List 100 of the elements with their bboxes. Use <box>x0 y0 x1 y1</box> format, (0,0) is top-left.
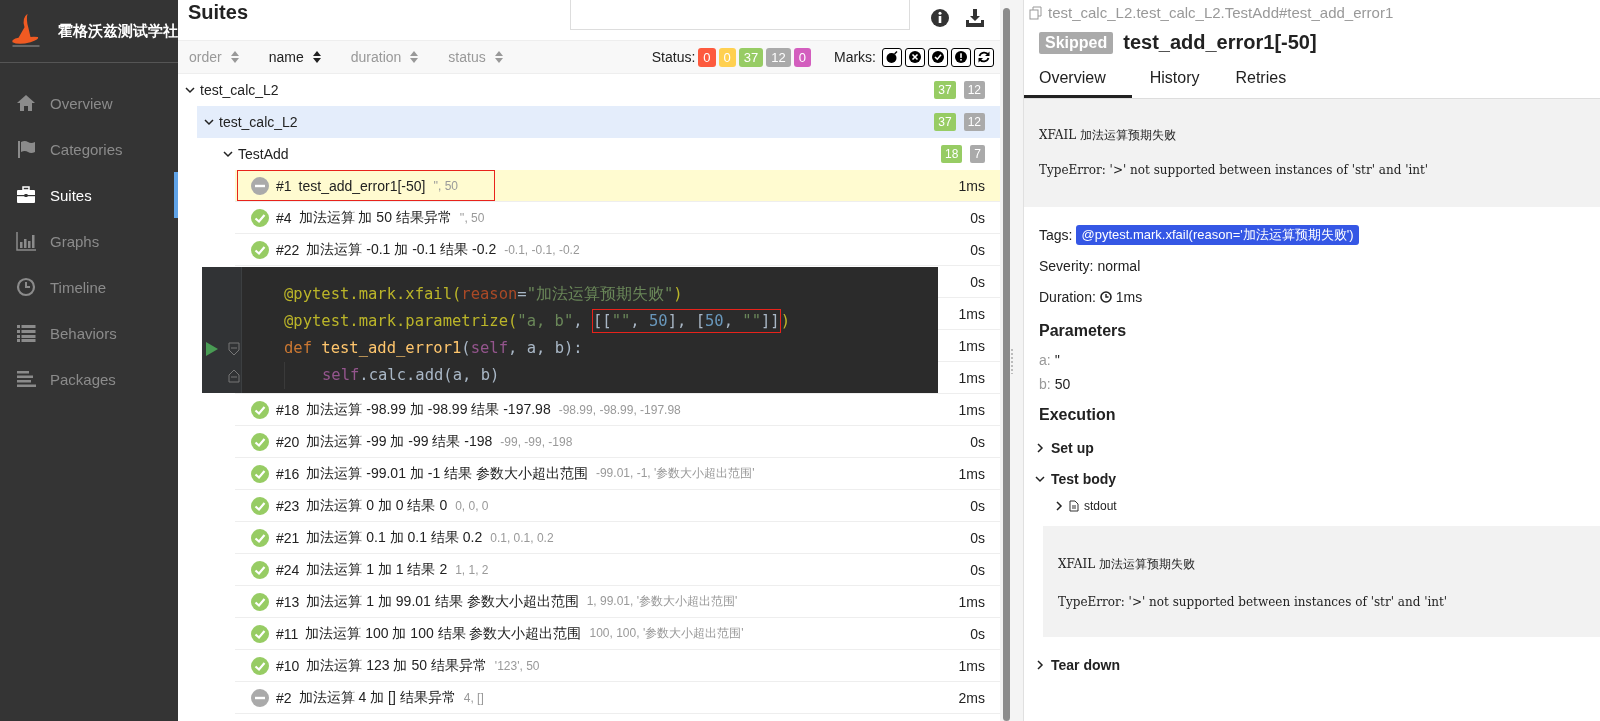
count-badge: 37 <box>934 81 956 99</box>
exclamation-circle-icon <box>954 50 968 64</box>
test-number: #13 <box>276 593 300 610</box>
status-label: Status: <box>651 49 696 65</box>
test-params: 1, 1, 2 <box>455 562 489 577</box>
check-circle-icon <box>251 656 269 675</box>
check-circle-icon <box>251 464 269 483</box>
sidebar-item[interactable]: Suites <box>0 172 178 218</box>
sidebar-item[interactable]: Packages <box>0 356 178 402</box>
test-path: test_calc_L2.test_calc_L2.TestAdd#test_add_error1 <box>1048 4 1394 21</box>
tab[interactable]: History <box>1131 60 1218 98</box>
test-duration: 1ms <box>958 465 985 482</box>
test-duration: 1ms <box>958 657 985 674</box>
chevron-icon <box>1054 501 1064 511</box>
attachment-row[interactable]: stdout <box>1054 494 1585 518</box>
mark-filter-button[interactable] <box>951 47 971 67</box>
brand-title: 霍格沃兹测试学社 <box>58 21 178 41</box>
fold-icon[interactable] <box>228 368 240 383</box>
sort-icon <box>410 51 419 63</box>
fold-icon[interactable] <box>228 341 240 356</box>
check-circle-icon <box>251 400 269 419</box>
info-icon[interactable] <box>930 8 950 28</box>
test-row[interactable]: #4 加法运算 加 50 结果异常 '', 50 0s <box>235 202 1000 234</box>
test-row[interactable]: #11 加法运算 100 加 100 结果 参数大小超出范围 100, 100, '参数大小超出范围' 0s <box>235 618 1000 650</box>
clock-icon <box>16 277 37 297</box>
test-duration: 0s <box>970 273 985 290</box>
test-row[interactable]: #21 加法运算 0.1 加 0.1 结果 0.2 0.1, 0.1, 0.2 0s <box>235 522 1000 554</box>
step-row[interactable]: Tear down <box>1035 649 1585 680</box>
count-badge: 12 <box>963 113 985 131</box>
check-circle-icon <box>251 240 269 259</box>
sidebar-item[interactable]: Timeline <box>0 264 178 310</box>
mark-filter-button[interactable] <box>905 47 925 67</box>
test-duration: 0s <box>970 625 985 642</box>
minus-circle-icon <box>251 176 269 195</box>
chevron-icon <box>1035 473 1045 484</box>
test-duration: 1ms <box>958 177 985 194</box>
suite-row[interactable]: test_calc_L2 37 12 <box>178 74 1000 106</box>
test-row[interactable]: #23 加法运算 0 加 0 结果 0 0, 0, 0 0s <box>235 490 1000 522</box>
mark-filter-button[interactable] <box>974 47 994 67</box>
splitter-handle[interactable] <box>1009 347 1013 374</box>
test-duration: 2ms <box>958 689 985 706</box>
test-duration: 1ms <box>958 337 985 354</box>
test-row[interactable]: #20 加法运算 -99 加 -99 结果 -198 -99, -99, -198 0s <box>235 426 1000 458</box>
test-row[interactable]: #24 加法运算 1 加 1 结果 2 1, 1, 2 0s <box>235 554 1000 586</box>
search-field[interactable] <box>570 0 910 30</box>
flag-icon <box>16 139 37 159</box>
run-icon[interactable] <box>206 341 218 356</box>
test-name: 加法运算 加 50 结果异常 <box>298 208 452 227</box>
chart-icon <box>16 231 37 251</box>
mark-filter-button[interactable] <box>928 47 948 67</box>
param-value: '' <box>1054 352 1061 368</box>
test-duration: 1ms <box>958 593 985 610</box>
test-row[interactable]: #13 加法运算 1 加 99.01 结果 参数大小超出范围 1, 99.01, '参数大小超出范围' 1ms <box>235 586 1000 618</box>
tab[interactable]: Retries <box>1217 60 1305 98</box>
test-duration: 0s <box>970 209 985 226</box>
sidebar-item[interactable]: Overview <box>0 80 178 126</box>
count-badge: 7 <box>970 145 985 163</box>
test-row[interactable]: #2 加法运算 4 加 [] 结果异常 4, [] 2ms <box>235 682 1000 714</box>
code-line: self.calc.add(a, b) <box>322 365 501 386</box>
suite-name: TestAdd <box>238 146 289 162</box>
test-params: 100, 100, '参数大小超出范围' <box>589 625 744 642</box>
sidebar-item[interactable]: Behaviors <box>0 310 178 356</box>
param-name: b: <box>1039 376 1051 392</box>
sidebar-label: Behaviors <box>50 324 117 342</box>
suite-row[interactable]: test_calc_L2 37 12 <box>197 106 1000 138</box>
step-row[interactable]: Test body <box>1035 463 1585 494</box>
test-params: -99.01, -1, '参数大小超出范围' <box>595 465 755 482</box>
test-name: 加法运算 -0.1 加 -0.1 结果 -0.2 <box>306 240 497 259</box>
briefcase-icon <box>16 185 37 205</box>
test-name: 加法运算 4 加 [] 结果异常 <box>298 688 456 707</box>
test-row[interactable]: #18 加法运算 -98.99 加 -98.99 结果 -197.98 -98.99, -98.99, -197.98 1ms <box>235 394 1000 426</box>
test-params: 0.1, 0.1, 0.2 <box>490 530 554 545</box>
test-params: '', 50 <box>459 210 485 225</box>
section-heading: Parameters <box>1039 322 1128 340</box>
test-row[interactable]: #10 加法运算 123 加 50 结果异常 '123', 50 1ms <box>235 650 1000 682</box>
check-circle-icon <box>931 50 945 64</box>
sidebar-label: Packages <box>50 370 116 388</box>
test-row[interactable]: #16 加法运算 -99.01 加 -1 结果 参数大小超出范围 -99.01, -1, '参数大小超出范围' 1ms <box>235 458 1000 490</box>
test-duration: 1ms <box>958 369 985 386</box>
suite-row[interactable]: TestAdd 18 7 <box>216 138 1000 170</box>
section-heading: Execution <box>1039 406 1117 424</box>
test-row[interactable]: #22 加法运算 -0.1 加 -0.1 结果 -0.2 -0.1, -0.1, -0.2 0s <box>235 234 1000 266</box>
sort-header[interactable]: name <box>268 49 321 65</box>
check-circle-icon <box>251 624 269 643</box>
refresh-icon <box>977 50 991 64</box>
test-params: '123', 50 <box>494 658 540 673</box>
test-params: -98.99, -98.99, -197.98 <box>558 402 681 417</box>
scrollbar[interactable] <box>1003 8 1010 721</box>
output-line: TypeError: '>' not supported between instances of 'str' and 'int' <box>1058 595 1449 609</box>
download-icon[interactable] <box>965 8 985 28</box>
sidebar-item[interactable]: Categories <box>0 126 178 172</box>
tag: @pytest.mark.xfail(reason='加法运算预期失败') <box>1076 224 1359 245</box>
test-row[interactable]: #1 test_add_error1[-50] '', 50 1ms <box>235 170 1000 202</box>
check-circle-icon <box>251 528 269 547</box>
sidebar-label: Timeline <box>50 278 107 296</box>
mark-filter-button[interactable] <box>882 47 902 67</box>
step-row[interactable]: Set up <box>1035 432 1585 463</box>
test-duration: 0s <box>970 497 985 514</box>
sidebar-item[interactable]: Graphs <box>0 218 178 264</box>
test-params: -99, -99, -198 <box>500 434 573 449</box>
